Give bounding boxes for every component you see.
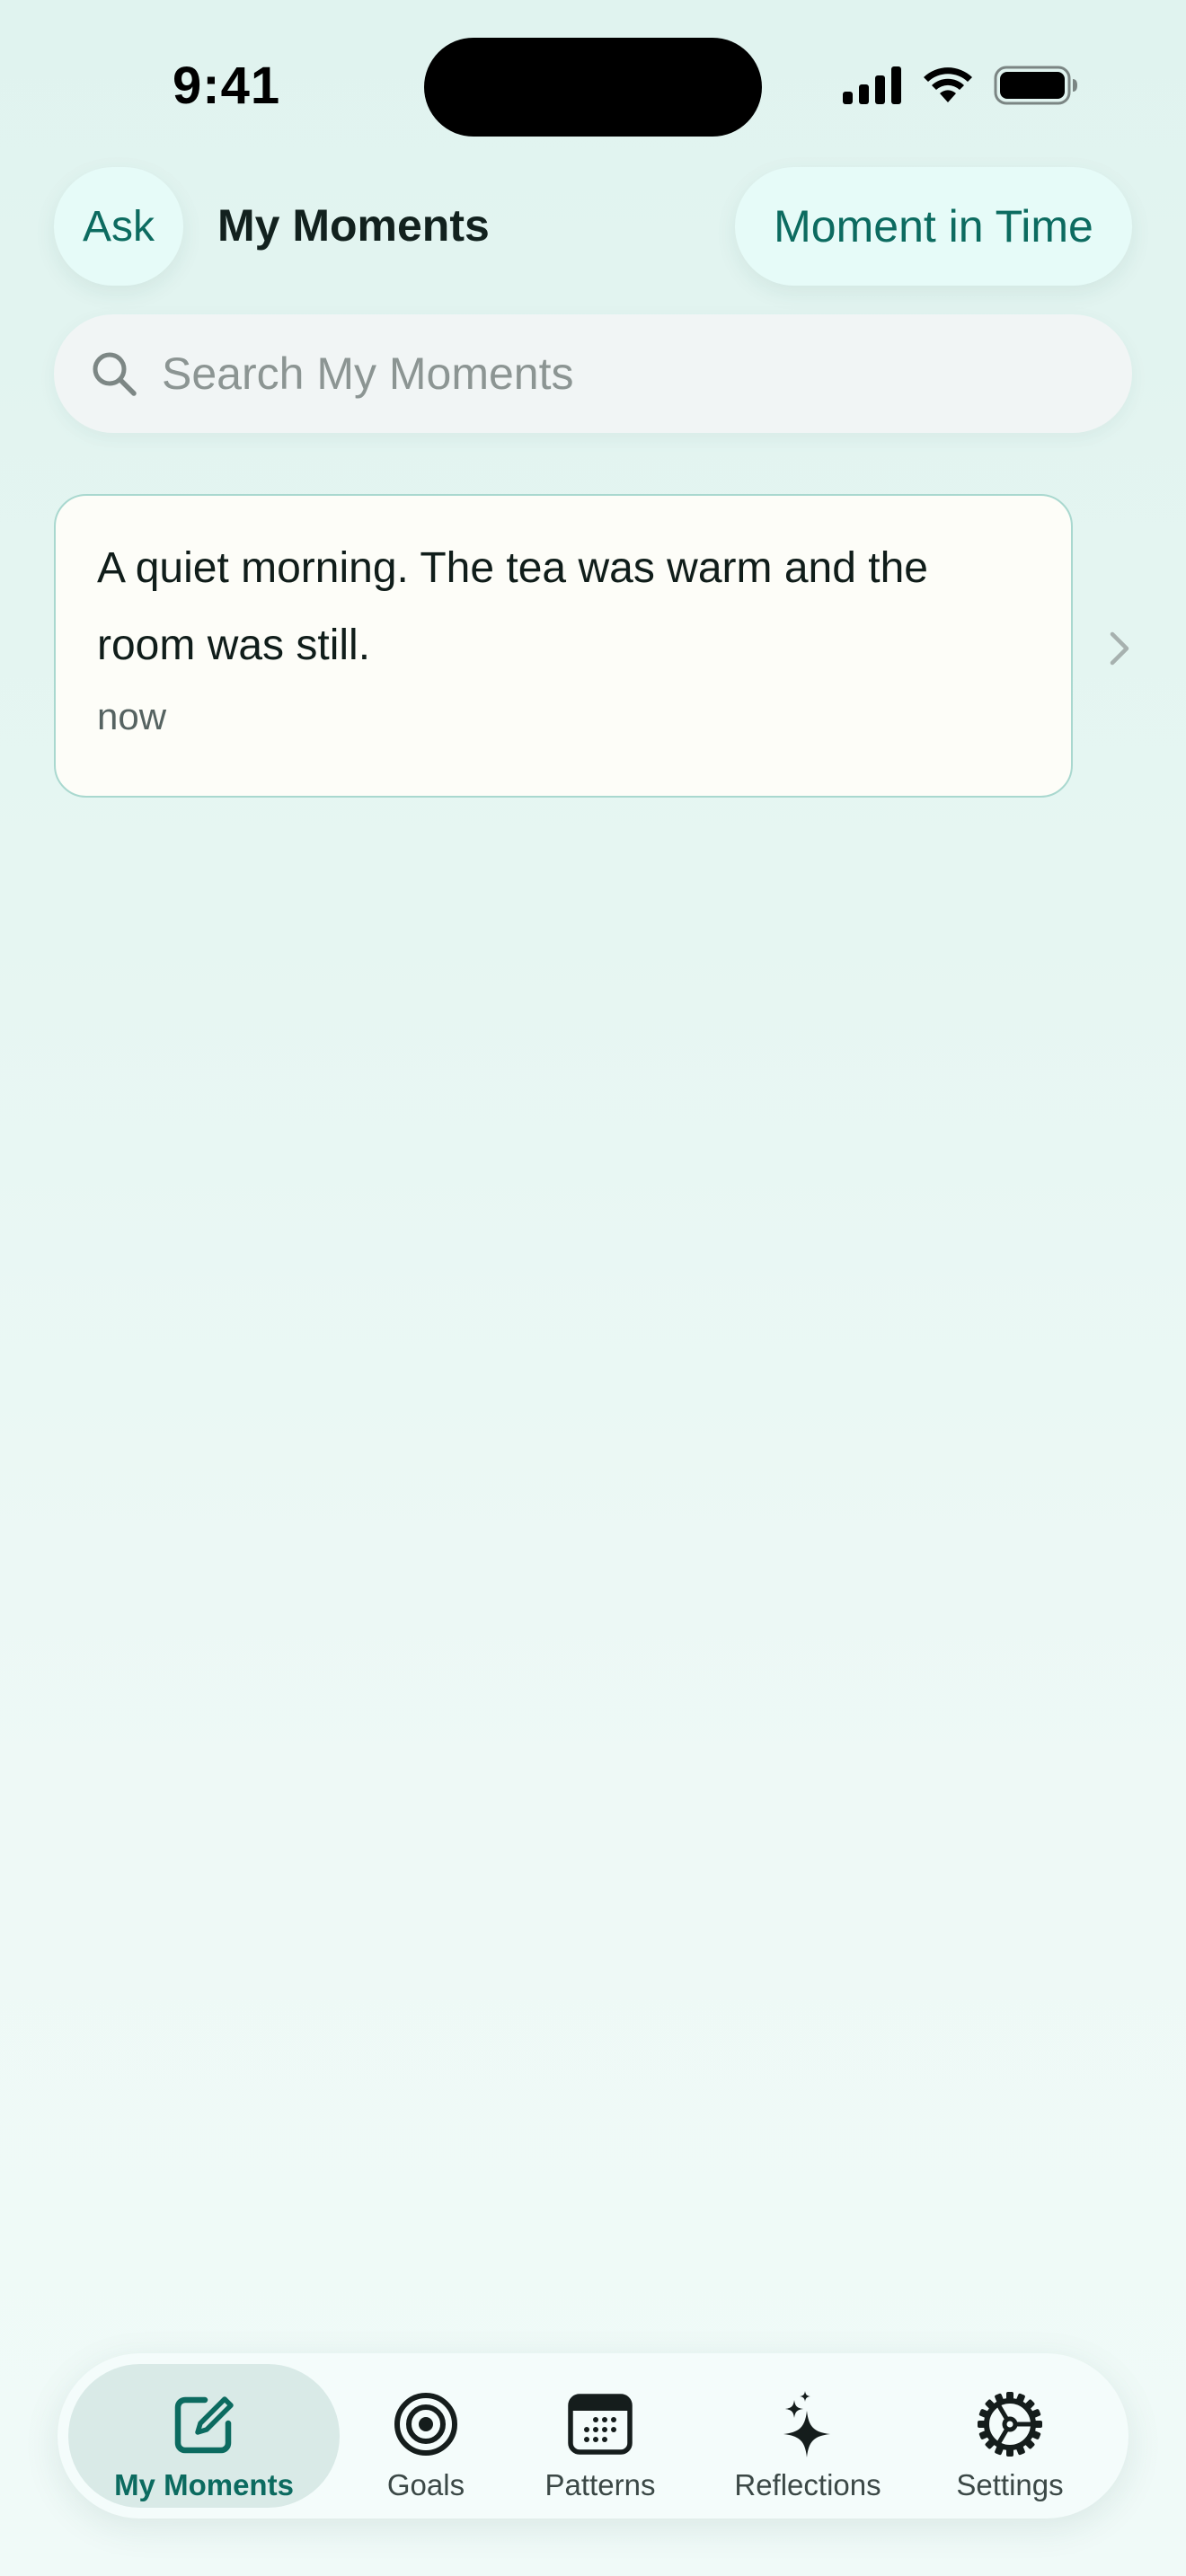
- tab-label: Patterns: [544, 2468, 656, 2501]
- tab-label: Settings: [956, 2468, 1064, 2501]
- list-item[interactable]: A quiet morning. The tea was warm and th…: [54, 494, 1132, 799]
- tab-label: Reflections: [734, 2468, 881, 2501]
- search-icon: [93, 352, 137, 396]
- tab-settings[interactable]: Settings: [929, 2364, 1091, 2508]
- page-title: My Moments: [217, 200, 490, 251]
- moment-timestamp: now: [97, 695, 167, 737]
- tab-label: Goals: [386, 2468, 465, 2501]
- tab-goals[interactable]: Goals: [354, 2364, 498, 2508]
- compose-icon: [174, 2396, 234, 2454]
- cellular-signal-icon: [843, 66, 901, 104]
- search-bar[interactable]: [54, 314, 1132, 433]
- status-time: 9:41: [173, 57, 281, 115]
- header: Ask My Moments Moment in Time: [54, 167, 1132, 286]
- tab-patterns[interactable]: Patterns: [519, 2364, 681, 2508]
- ask-button[interactable]: Ask: [54, 167, 183, 286]
- moment-in-time-button[interactable]: Moment in Time: [735, 167, 1132, 286]
- target-icon: [394, 2393, 457, 2456]
- status-icons: [843, 65, 1078, 106]
- sparkles-icon: [783, 2391, 830, 2457]
- calendar-icon: [568, 2394, 633, 2455]
- wifi-icon: [924, 67, 972, 102]
- chevron-right-icon: [1110, 631, 1129, 666]
- gear-icon: [978, 2392, 1042, 2457]
- moment-text: A quiet morning. The tea was warm and th…: [97, 544, 928, 669]
- dynamic-island: [424, 38, 762, 137]
- battery-icon: [994, 66, 1077, 105]
- moment-card[interactable]: A quiet morning. The tea was warm and th…: [54, 494, 1073, 798]
- tab-label: My Moments: [114, 2468, 294, 2501]
- tab-my-moments[interactable]: My Moments: [68, 2364, 340, 2508]
- search-input[interactable]: [162, 348, 1060, 400]
- tab-reflections[interactable]: Reflections: [704, 2364, 911, 2508]
- tab-bar: My Moments Goals Patterns Reflections Se…: [58, 2353, 1128, 2519]
- status-bar: 9:41: [0, 0, 1186, 171]
